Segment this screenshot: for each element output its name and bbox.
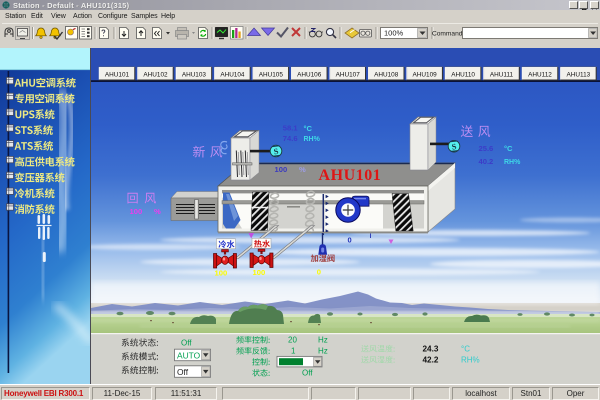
svg-text:42.2: 42.2 — [423, 355, 439, 364]
svg-text:AHU106: AHU106 — [297, 72, 322, 79]
svg-text:100: 100 — [253, 268, 266, 277]
svg-text:100: 100 — [275, 165, 288, 174]
svg-text:AHU104: AHU104 — [220, 72, 245, 79]
svg-text:Command: Command — [432, 30, 463, 37]
svg-text:Hz: Hz — [318, 336, 328, 345]
svg-text:AHU108: AHU108 — [374, 72, 399, 79]
svg-text:AHU101: AHU101 — [319, 167, 382, 184]
svg-text:20: 20 — [288, 336, 297, 345]
svg-text:AUTO: AUTO — [177, 350, 201, 360]
svg-text:%: % — [154, 207, 161, 216]
svg-text:AHU110: AHU110 — [451, 72, 475, 79]
svg-text:24.3: 24.3 — [423, 344, 439, 353]
svg-text:AHU112: AHU112 — [528, 72, 552, 79]
svg-text:RH%: RH% — [461, 356, 480, 365]
svg-text:25.6: 25.6 — [479, 144, 494, 153]
svg-text:RH%: RH% — [504, 159, 521, 166]
svg-text:0: 0 — [348, 236, 352, 245]
svg-text:74.6: 74.6 — [283, 134, 298, 143]
svg-text:RH%: RH% — [304, 136, 321, 143]
svg-text:AHU103: AHU103 — [182, 72, 207, 79]
svg-text:%: % — [299, 165, 306, 174]
svg-text:°C: °C — [304, 124, 313, 133]
svg-text:AHU109: AHU109 — [413, 72, 438, 79]
svg-text:AHU105: AHU105 — [259, 72, 284, 79]
svg-text:40.2: 40.2 — [479, 157, 494, 166]
svg-text:AHU113: AHU113 — [567, 72, 591, 79]
svg-text:100%: 100% — [384, 29, 404, 38]
svg-text:°C: °C — [461, 345, 470, 354]
svg-text:AHU107: AHU107 — [336, 72, 361, 79]
svg-text:58.1: 58.1 — [283, 124, 299, 133]
svg-text:°C: °C — [504, 144, 513, 153]
svg-text:0: 0 — [317, 267, 321, 276]
svg-text:AHU111: AHU111 — [490, 72, 514, 79]
svg-text:Off: Off — [302, 369, 313, 378]
svg-text:Off: Off — [181, 338, 192, 347]
svg-text:Hz: Hz — [318, 347, 328, 356]
svg-text:Off: Off — [177, 367, 189, 377]
svg-text:AHU101: AHU101 — [105, 72, 130, 79]
svg-text:AHU102: AHU102 — [143, 72, 168, 79]
svg-text:1: 1 — [291, 347, 296, 356]
svg-text:100: 100 — [215, 268, 228, 277]
svg-text:100: 100 — [130, 207, 143, 216]
